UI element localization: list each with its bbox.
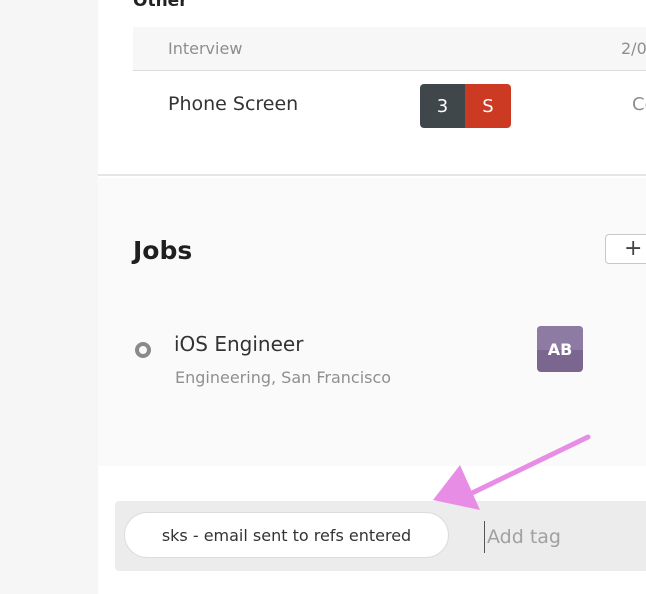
score-number: 3 <box>420 84 465 128</box>
avatar-initials: AB <box>547 339 573 359</box>
tags-bar: sks - email sent to refs entered <box>115 501 646 571</box>
column-header-date: 2/0 <box>621 39 646 58</box>
tag-chip[interactable]: sks - email sent to refs entered <box>124 512 449 558</box>
job-status-circle-icon <box>135 342 151 358</box>
add-job-button[interactable]: + <box>605 234 646 264</box>
job-subtitle: Engineering, San Francisco <box>175 368 392 387</box>
jobs-title: Jobs <box>133 236 193 265</box>
interviews-section: Other Interview 2/0 Phone Screen 3 S Co <box>98 0 646 176</box>
job-title[interactable]: iOS Engineer <box>174 332 303 356</box>
score-letter: S <box>465 84 511 128</box>
avatar[interactable]: AB <box>537 326 583 372</box>
jobs-section: Jobs + iOS Engineer Engineering, San Fra… <box>98 178 646 466</box>
interview-row-label[interactable]: Phone Screen <box>168 93 298 115</box>
interview-status: Co <box>632 94 646 115</box>
section-heading-other: Other <box>133 0 188 11</box>
add-tag-input[interactable] <box>484 521 644 553</box>
score-badge[interactable]: 3 S <box>420 84 511 128</box>
column-header-interview: Interview <box>168 39 243 58</box>
left-gutter <box>0 0 98 594</box>
tags-section: sks - email sent to refs entered <box>98 466 646 594</box>
interview-table-header: Interview 2/0 <box>133 27 646 71</box>
